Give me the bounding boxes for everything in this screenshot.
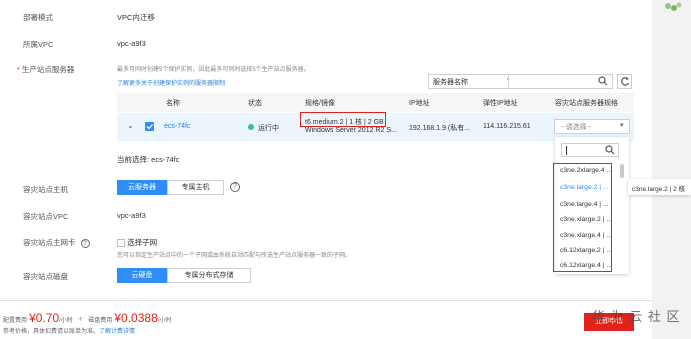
current-selection: 当前选择: ecs-74fc <box>117 155 180 164</box>
col-dr-spec: 容灾站点服务器规格 <box>555 100 618 107</box>
deploy-mode-value: VPC内迁移 <box>117 13 155 22</box>
vpc-value: vpc-a9f3 <box>117 39 146 48</box>
dr-spec-placeholder: --请选择-- <box>561 124 592 131</box>
billing-details-link[interactable]: 了解计费详情 <box>99 329 135 335</box>
server-eip: 114.116.215.61 <box>483 123 531 130</box>
fee-note: 参考价格，具体扣费请以账单为准。了解计费详情 <box>3 326 135 335</box>
server-name-link[interactable]: ecs-74fc <box>164 123 190 130</box>
spec-tooltip-text: c3ne.large.2 | 2 核 <box>632 186 685 193</box>
server-status: 运行中 <box>258 125 279 132</box>
search-category-value: 服务器名称 <box>433 79 468 86</box>
server-image: Windows Server 2012 R2 S... <box>305 127 397 134</box>
help-icon[interactable]: ? <box>80 239 90 248</box>
decorative-plant-icon <box>662 0 684 16</box>
footer-divider <box>0 300 652 301</box>
server-ip: 192.168.1.9 (私有... <box>409 125 471 132</box>
col-ip: IP地址 <box>409 100 430 107</box>
dropdown-scrollbar[interactable] <box>620 164 624 178</box>
vpc-label: 所属VPC <box>23 40 54 49</box>
dr-host-tab-cloud[interactable]: 云服务器 <box>117 180 167 195</box>
running-status-icon <box>248 124 254 130</box>
chevron-down-icon: ▾ <box>620 122 624 129</box>
config-fee-value: ¥0.70 <box>29 311 60 325</box>
dr-host-label: 容灾站点主机 <box>23 185 68 194</box>
search-icon[interactable] <box>598 76 608 88</box>
prod-server-label: 生产站点服务器 <box>21 65 75 74</box>
spec-highlight-box <box>300 112 386 127</box>
col-spec: 规格/镜像 <box>305 100 335 107</box>
dr-vpc-label: 容灾站点VPC <box>23 212 69 221</box>
watermark: 华 为 云 社 区 <box>592 309 681 324</box>
dr-disk-tab-cloud[interactable]: 云硬盘 <box>117 268 167 283</box>
row-checkbox[interactable] <box>145 122 154 131</box>
right-gray-panel <box>652 0 691 339</box>
config-fee-label: 配置费用 <box>3 318 28 324</box>
subnet-checkbox[interactable] <box>117 239 125 248</box>
fee-note-text: 参考价格，具体扣费请以账单为准。 <box>3 329 100 335</box>
col-eip: 弹性IP地址 <box>483 100 518 107</box>
disk-fee-value: ¥0.0388 <box>114 311 158 325</box>
dropdown-search-input[interactable] <box>561 143 619 157</box>
required-mark: * <box>17 65 20 74</box>
search-input[interactable] <box>508 74 613 89</box>
learn-more-link[interactable]: 了解更多关于创建保护实例的服务器限制 <box>117 81 225 87</box>
deploy-mode-label: 部署模式 <box>23 13 53 22</box>
refresh-icon <box>620 76 630 89</box>
dr-vpc-value: vpc-a9f3 <box>117 211 146 220</box>
refresh-button[interactable] <box>617 74 632 89</box>
disk-fee-label: 磁盘费用 <box>88 318 113 324</box>
dropdown-highlight-box <box>553 163 612 272</box>
disk-fee-unit: /小时 <box>157 318 172 324</box>
col-status: 状态 <box>248 100 262 107</box>
check-icon <box>146 124 153 130</box>
prod-server-hint: 最多可同时创建5个保护实例，因此最多可同时选择5个生产站点服务器。 <box>117 67 310 73</box>
plus-sign: + <box>77 314 84 324</box>
dr-disk-tab-dedicated[interactable]: 专属分布式存储 <box>167 268 251 283</box>
prod-server-link[interactable]: 了解更多关于创建保护实例的服务器限制 <box>117 78 225 87</box>
dr-nic-label-wrap: 容灾站点主网卡 ? <box>23 237 90 248</box>
fee-summary: 配置费用 ¥0.70/小时 + 磁盘费用 ¥0.0388/小时 <box>3 311 171 325</box>
dr-spec-select[interactable]: --请选择-- ▾ <box>554 119 630 134</box>
dr-host-tab-dedicated[interactable]: 专属主机 <box>167 180 224 195</box>
dr-nic-label: 容灾站点主网卡 <box>23 238 76 247</box>
dr-disk-label: 容灾站点磁盘 <box>23 272 68 281</box>
dr-nic-option-label: 选择子网 <box>127 238 158 247</box>
search-icon[interactable] <box>605 145 615 157</box>
text-cursor <box>566 146 567 155</box>
search-category-select[interactable]: 服务器名称 ▾ <box>428 74 516 89</box>
expand-chevron-icon[interactable]: ⌄ <box>127 121 134 130</box>
prod-server-label-wrap: * 生产站点服务器 <box>17 64 74 75</box>
dr-nic-hint: 您可以指定生产站点中的一个子网或由系统自动匹配与所选生产站点服务器一致的子网。 <box>117 253 352 259</box>
spec-tooltip: c3ne.large.2 | 2 核 <box>628 179 691 195</box>
col-name: 名称 <box>166 100 180 107</box>
config-fee-unit: /小时 <box>59 318 73 324</box>
dr-nic-option[interactable]: 选择子网 <box>117 237 157 248</box>
help-icon[interactable]: ? <box>230 182 240 192</box>
